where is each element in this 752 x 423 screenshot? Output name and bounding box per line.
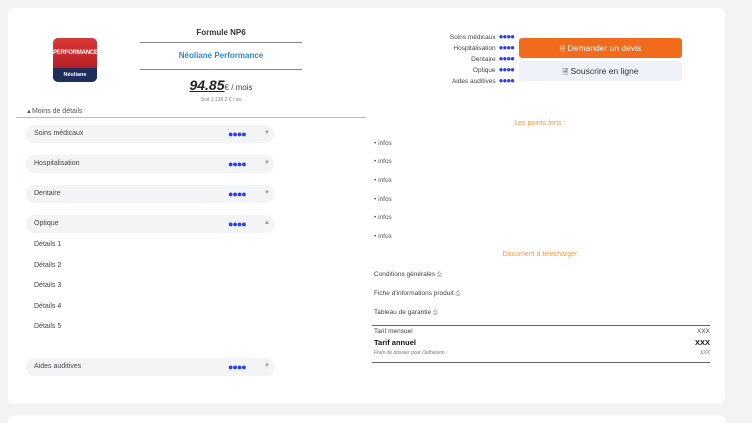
chevron-down-icon: ▼	[264, 130, 270, 136]
toggle-label: Moins de détails	[31, 108, 83, 115]
subscribe-online-button[interactable]: 🗎 Souscrire en ligne	[519, 61, 682, 81]
tarif-label: Frais de dossier pour l'adhesion :	[374, 350, 448, 356]
document-label: Fiche d'informations produit	[374, 290, 454, 297]
overview-label: Dentaire	[471, 56, 496, 63]
download-tableau-garantie[interactable]: Tableau de garantie ⎙	[374, 309, 438, 317]
rating-dots: ●●●●	[228, 189, 247, 199]
divider	[16, 117, 366, 118]
annual-price: Soit 1,138.2 € / an	[200, 97, 242, 103]
info-item: • infos	[374, 177, 392, 184]
document-icon: 🗎	[562, 69, 569, 76]
chevron-down-icon: ▼	[264, 160, 270, 166]
detail-item: Détails 4	[34, 303, 62, 310]
rating-dots: ●●●●	[228, 129, 247, 139]
download-conditions-generales[interactable]: Conditions générales ⎙	[374, 271, 442, 279]
chevron-down-icon: ▼	[264, 363, 270, 369]
download-icon: ⎙	[432, 310, 438, 316]
category-label: Hospitalisation	[34, 160, 80, 167]
tarif-value: XXX	[699, 350, 710, 356]
overview-aides-auditives: Aides auditives ●●●●	[451, 76, 515, 85]
overview-dentaire: Dentaire ●●●●	[471, 54, 515, 63]
subscribe-online-label: Souscrire en ligne	[570, 66, 639, 76]
detail-item: Détails 5	[34, 323, 62, 330]
category-label: Dentaire	[34, 190, 61, 197]
info-item: • infos	[374, 196, 392, 203]
price-unit: € / mois	[224, 83, 253, 92]
overview-label: Optique	[472, 67, 496, 74]
tarif-value: XXX	[694, 338, 710, 347]
next-offer-card	[8, 415, 725, 423]
neoliane-performance-logo: PERFORMANCE Néoliane	[53, 38, 97, 82]
formule-title: Formule NP6	[196, 28, 246, 37]
info-item: • infos	[374, 214, 392, 221]
chevron-down-icon: ▼	[264, 190, 270, 196]
document-label: Conditions générales	[374, 271, 436, 278]
rating-dots: ●●●●	[498, 32, 515, 41]
rating-dots: ●●●●	[498, 54, 515, 63]
category-label: Aides auditives	[34, 363, 82, 370]
request-quote-button[interactable]: 🗎 Demander un devis	[519, 38, 682, 58]
category-dentaire[interactable]: Dentaire ●●●● ▼	[26, 185, 274, 203]
divider	[140, 42, 302, 43]
category-label: Soins médicaux	[34, 130, 84, 137]
documents-title: Document à telecharger	[502, 251, 578, 258]
rating-dots: ●●●●	[228, 219, 247, 229]
tarif-mensuel-row: Tarif mensuel XXX	[374, 328, 710, 335]
divider	[140, 69, 302, 70]
rating-dots: ●●●●	[228, 159, 247, 169]
document-label: Tableau de garantie	[374, 309, 432, 316]
overview-label: Aides auditives	[451, 78, 496, 85]
divider	[372, 325, 710, 326]
category-soins-medicaux[interactable]: Soins médicaux ●●●● ▼	[26, 125, 274, 143]
category-label: Optique	[34, 220, 59, 227]
tarif-label: Tarif annuel	[374, 338, 416, 347]
product-name: Néoliane Performance	[178, 51, 264, 60]
overview-soins-medicaux: Soins médicaux ●●●●	[449, 32, 515, 41]
overview-label: Hospitalisation	[453, 45, 496, 52]
logo-bottom-text: Néoliane	[53, 68, 97, 82]
rating-dots: ●●●●	[228, 362, 247, 372]
category-optique[interactable]: Optique ●●●● ▲	[26, 215, 274, 233]
rating-dots: ●●●●	[498, 65, 515, 74]
tarif-annuel-row: Tarif annuel XXX	[374, 338, 710, 347]
download-fiche-informations[interactable]: Fiche d'informations produit ⎙	[374, 290, 460, 298]
category-hospitalisation[interactable]: Hospitalisation ●●●● ▼	[26, 155, 274, 173]
tarif-value: XXX	[696, 328, 710, 335]
points-forts-title: Les points forts :	[514, 120, 566, 127]
rating-dots: ●●●●	[498, 43, 515, 52]
detail-item: Détails 3	[34, 282, 62, 289]
download-icon: ⎙	[455, 291, 461, 297]
rating-dots: ●●●●	[498, 76, 515, 85]
download-icon: ⎙	[436, 272, 442, 278]
logo-top-text: PERFORMANCE	[53, 38, 97, 68]
request-quote-label: Demander un devis	[567, 43, 642, 53]
less-details-toggle[interactable]: ▲Moins de détails	[26, 108, 83, 115]
detail-item: Détails 2	[34, 262, 62, 269]
info-item: • infos	[374, 233, 392, 240]
overview-hospitalisation: Hospitalisation ●●●●	[453, 43, 515, 52]
overview-label: Soins médicaux	[449, 34, 496, 41]
tarif-label: Tarif mensuel	[374, 328, 413, 335]
monthly-price: 94.85€ / mois	[140, 77, 302, 93]
divider	[372, 362, 710, 363]
document-icon: 🗎	[559, 46, 566, 53]
info-item: • infos	[374, 140, 392, 147]
detail-item: Détails 1	[34, 241, 62, 248]
overview-optique: Optique ●●●●	[472, 65, 515, 74]
frais-dossier-row: Frais de dossier pour l'adhesion : XXX	[374, 350, 710, 356]
category-aides-auditives[interactable]: Aides auditives ●●●● ▼	[26, 358, 274, 376]
info-item: • infos	[374, 158, 392, 165]
price-value: 94.85	[189, 77, 225, 93]
chevron-up-icon: ▲	[264, 220, 270, 226]
